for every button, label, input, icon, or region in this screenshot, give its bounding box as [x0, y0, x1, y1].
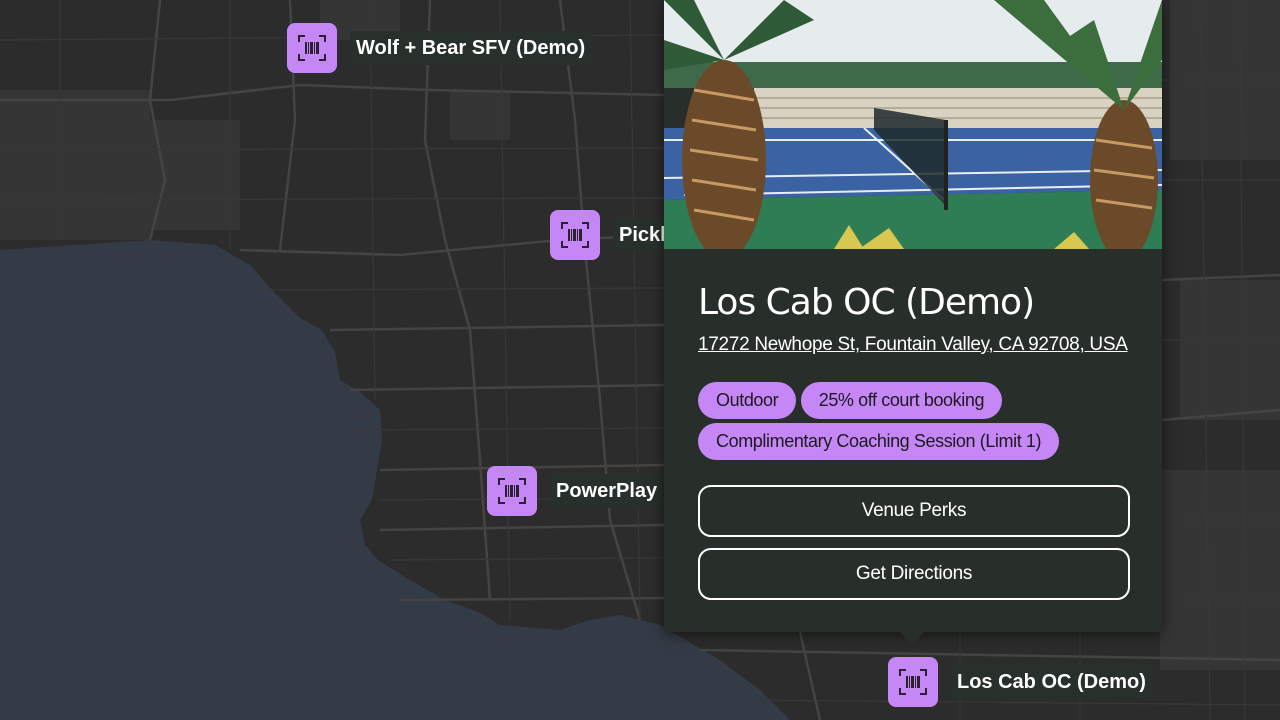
get-directions-button[interactable]: Get Directions — [698, 548, 1130, 600]
venue-perks-button[interactable]: Venue Perks — [698, 485, 1130, 537]
tag-outdoor: Outdoor — [698, 382, 797, 419]
venue-marker-los-cab[interactable]: Los Cab OC (Demo) — [888, 657, 1152, 707]
barcode-scan-icon — [888, 657, 938, 707]
popup-pointer — [901, 632, 923, 645]
tag-coaching-session: Complimentary Coaching Session (Limit 1) — [698, 423, 1060, 460]
marker-label: Pickl — [613, 218, 672, 252]
venue-photo — [664, 0, 1162, 249]
marker-label: Wolf + Bear SFV (Demo) — [350, 31, 592, 65]
venue-marker-wolf-bear[interactable]: Wolf + Bear SFV (Demo) — [287, 23, 592, 73]
barcode-scan-icon — [487, 466, 537, 516]
venue-title: Los Cab OC (Demo) — [698, 282, 1035, 323]
marker-label: Los Cab OC (Demo) — [951, 665, 1152, 699]
venue-address-link[interactable]: 17272 Newhope St, Fountain Valley, CA 92… — [698, 334, 1128, 356]
venue-tags: Outdoor 25% off court booking Compliment… — [698, 382, 1138, 464]
tag-court-discount: 25% off court booking — [800, 382, 1003, 419]
venue-popup: Los Cab OC (Demo) 17272 Newhope St, Foun… — [664, 0, 1162, 632]
marker-label: PowerPlay — [550, 474, 664, 508]
venue-marker-pickl[interactable]: Pickl — [550, 210, 672, 260]
barcode-scan-icon — [287, 23, 337, 73]
venue-marker-powerplay[interactable]: PowerPlay — [487, 466, 664, 516]
barcode-scan-icon — [550, 210, 600, 260]
